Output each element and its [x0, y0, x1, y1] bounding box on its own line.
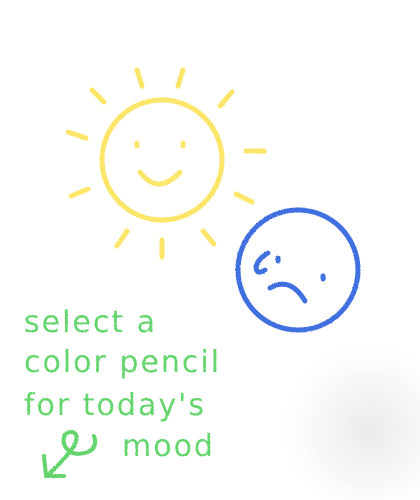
prompt-line-4: mood: [122, 429, 215, 464]
prompt-line-3: for today's: [24, 388, 206, 423]
prompt-line-1: select a: [24, 305, 157, 340]
prompt-line-2: color pencil: [24, 345, 221, 380]
mood-drawing-canvas: select a color pencil for today's mood: [0, 0, 420, 500]
prompt-text-layer: select a color pencil for today's mood: [24, 305, 221, 464]
